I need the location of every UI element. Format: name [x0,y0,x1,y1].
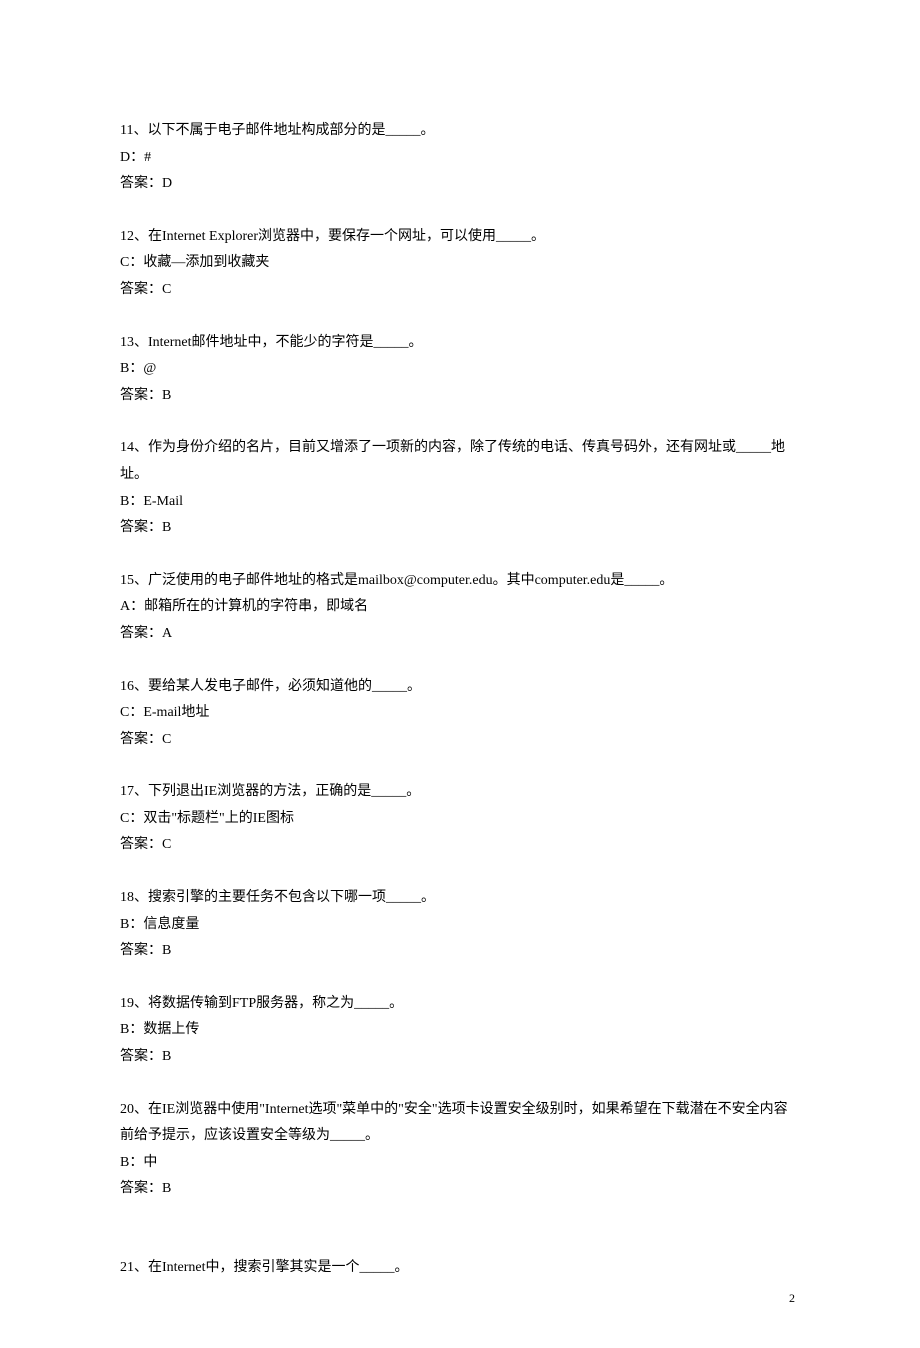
question-text: 20、在IE浏览器中使用"Internet选项"菜单中的"安全"选项卡设置安全级… [120,1097,800,1150]
question-text: 14、作为身份介绍的名片，目前又增添了一项新的内容，除了传统的电话、传真号码外，… [120,435,800,488]
question-block: 16、要给某人发电子邮件，必须知道他的_____。 C：E-mail地址 答案：… [120,674,800,754]
question-text: 12、在Internet Explorer浏览器中，要保存一个网址，可以使用__… [120,224,800,251]
question-block: 18、搜索引擎的主要任务不包含以下哪一项_____。 B：信息度量 答案：B [120,885,800,965]
question-text: 19、将数据传输到FTP服务器，称之为_____。 [120,991,800,1018]
question-text: 18、搜索引擎的主要任务不包含以下哪一项_____。 [120,885,800,912]
question-block: 12、在Internet Explorer浏览器中，要保存一个网址，可以使用__… [120,224,800,304]
question-block: 19、将数据传输到FTP服务器，称之为_____。 B：数据上传 答案：B [120,991,800,1071]
question-block: 15、广泛使用的电子邮件地址的格式是mailbox@computer.edu。其… [120,568,800,648]
answer-text: 答案：C [120,727,800,754]
option-text: C：双击"标题栏"上的IE图标 [120,806,800,833]
option-text: B：中 [120,1150,800,1177]
question-text: 15、广泛使用的电子邮件地址的格式是mailbox@computer.edu。其… [120,568,800,595]
question-text: 17、下列退出IE浏览器的方法，正确的是_____。 [120,779,800,806]
answer-text: 答案：B [120,383,800,410]
option-text: B：信息度量 [120,912,800,939]
question-block: 13、Internet邮件地址中，不能少的字符是_____。 B：@ 答案：B [120,330,800,410]
page-number: 2 [789,1287,795,1310]
answer-text: 答案：C [120,832,800,859]
answer-text: 答案：B [120,1044,800,1071]
answer-text: 答案：B [120,938,800,965]
answer-text: 答案：B [120,1176,800,1203]
question-block: 21、在Internet中，搜索引擎其实是一个_____。 [120,1255,800,1282]
option-text: B：数据上传 [120,1017,800,1044]
question-block: 17、下列退出IE浏览器的方法，正确的是_____。 C：双击"标题栏"上的IE… [120,779,800,859]
document-page: 11、以下不属于电子邮件地址构成部分的是_____。 D：# 答案：D 12、在… [0,0,920,1348]
option-text: C：收藏—添加到收藏夹 [120,250,800,277]
answer-text: 答案：C [120,277,800,304]
question-text: 13、Internet邮件地址中，不能少的字符是_____。 [120,330,800,357]
question-text: 11、以下不属于电子邮件地址构成部分的是_____。 [120,118,800,145]
question-text: 16、要给某人发电子邮件，必须知道他的_____。 [120,674,800,701]
question-block: 11、以下不属于电子邮件地址构成部分的是_____。 D：# 答案：D [120,118,800,198]
answer-text: 答案：A [120,621,800,648]
option-text: C：E-mail地址 [120,700,800,727]
option-text: B：@ [120,356,800,383]
option-text: D：# [120,145,800,172]
question-text: 21、在Internet中，搜索引擎其实是一个_____。 [120,1255,800,1282]
option-text: B：E-Mail [120,489,800,516]
question-block: 20、在IE浏览器中使用"Internet选项"菜单中的"安全"选项卡设置安全级… [120,1097,800,1203]
answer-text: 答案：B [120,515,800,542]
question-block: 14、作为身份介绍的名片，目前又增添了一项新的内容，除了传统的电话、传真号码外，… [120,435,800,541]
option-text: A：邮箱所在的计算机的字符串，即域名 [120,594,800,621]
answer-text: 答案：D [120,171,800,198]
